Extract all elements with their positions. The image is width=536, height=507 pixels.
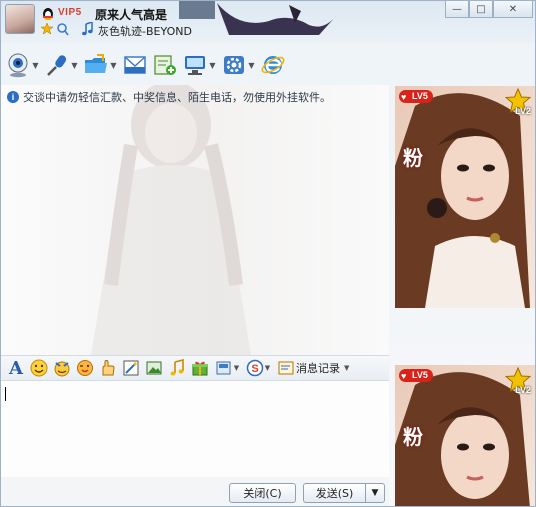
- chevron-down-icon: ▼: [264, 364, 271, 372]
- font-button[interactable]: A: [5, 357, 27, 379]
- font-icon: A: [9, 357, 23, 379]
- gear-icon: [224, 56, 244, 74]
- wink-button[interactable]: [74, 358, 96, 378]
- ie-icon: [261, 56, 285, 74]
- video-call-button[interactable]: ▼: [5, 49, 40, 81]
- webcam-icon: [8, 53, 28, 78]
- gift-button[interactable]: [189, 358, 211, 378]
- hand-icon: [102, 359, 115, 376]
- chevron-down-icon[interactable]: ▼: [109, 60, 118, 70]
- contact-nickname: 原来人气高是: [95, 8, 168, 22]
- emblem: 粉: [403, 146, 423, 170]
- music-icon: [170, 359, 184, 376]
- format-toolbar: A ▼ S ▼ 消息记录 ▼: [1, 355, 389, 381]
- svg-text:S: S: [251, 363, 258, 375]
- send-image-button[interactable]: [143, 358, 165, 378]
- window-controls: — □ ✕: [445, 1, 533, 19]
- message-history-button[interactable]: 消息记录 ▼: [278, 358, 349, 378]
- add-app-button[interactable]: [152, 49, 178, 81]
- chevron-down-icon: ▼: [233, 364, 240, 372]
- chevron-down-icon[interactable]: ▼: [70, 60, 79, 70]
- level-badge-text: LV5: [412, 370, 428, 380]
- emoticon-button[interactable]: [28, 358, 50, 378]
- soso-icon: S: [246, 359, 264, 377]
- close-window-button[interactable]: ✕: [493, 1, 533, 18]
- more-options-button[interactable]: ▼: [212, 358, 242, 378]
- text-caret: [5, 387, 6, 401]
- security-notice: i 交谈中请勿轻信汇款、中奖信息、陌生电话，勿使用外挂软件。: [7, 89, 331, 105]
- settings-button[interactable]: ▼: [221, 49, 256, 81]
- chat-background-image: [91, 85, 251, 355]
- remote-icon: [185, 56, 205, 75]
- send-mail-button[interactable]: [122, 49, 148, 81]
- star-level-text: LV2: [515, 385, 531, 395]
- magic-face-icon: [54, 361, 70, 377]
- message-input[interactable]: [1, 381, 389, 477]
- remote-assist-button[interactable]: ▼: [182, 49, 217, 81]
- contact-avatar[interactable]: [5, 4, 35, 34]
- star-level-text: LV2: [515, 106, 531, 116]
- vip-badge: VIP5: [58, 7, 82, 18]
- title-decoration-icon: [179, 1, 337, 35]
- contact-show-photo[interactable]: ♥ LV5 LV2 粉: [395, 86, 535, 308]
- history-icon: [278, 361, 294, 375]
- heart-icon: ♥: [401, 371, 407, 381]
- title-bar: VIP5 原来人气高是 灰色轨迹-BEYOND — □ ✕: [1, 1, 535, 43]
- message-history-label: 消息记录: [296, 362, 340, 375]
- penguin-icon: [43, 8, 53, 20]
- soso-button[interactable]: S ▼: [243, 358, 273, 378]
- level-badge-text: LV5: [412, 91, 428, 101]
- contact-signature: 灰色轨迹-BEYOND: [98, 25, 192, 38]
- my-show-photo[interactable]: ♥ LV5 LV2 粉: [395, 365, 535, 506]
- music-note-icon: [82, 22, 93, 36]
- heart-icon: ♥: [401, 92, 407, 102]
- close-button[interactable]: 关闭(C): [229, 483, 296, 503]
- chat-window: VIP5 原来人气高是 灰色轨迹-BEYOND — □ ✕ ▼ ▼ ▼ ▼ ▼ …: [0, 0, 536, 507]
- gift-icon: [192, 361, 208, 376]
- minimize-button[interactable]: —: [445, 1, 469, 18]
- screenshot-icon: [123, 360, 139, 376]
- music-button[interactable]: [166, 358, 188, 378]
- add-app-icon: [154, 55, 176, 75]
- wink-icon: [77, 360, 93, 376]
- magic-face-button[interactable]: [51, 358, 73, 378]
- chevron-down-icon: ▼: [344, 364, 350, 372]
- level-badge: ♥ LV5: [399, 90, 433, 103]
- star-level-badge: LV2: [504, 87, 532, 116]
- security-notice-text: 交谈中请勿轻信汇款、中奖信息、陌生电话，勿使用外挂软件。: [23, 91, 331, 104]
- more-icon: [216, 361, 231, 375]
- info-icon: i: [7, 91, 19, 103]
- level-badge: ♥ LV5: [399, 369, 433, 382]
- folder-icon: [85, 54, 107, 73]
- screenshot-button[interactable]: [120, 358, 142, 378]
- smiley-icon: [30, 359, 48, 377]
- chevron-down-icon[interactable]: ▼: [208, 60, 217, 70]
- browser-button[interactable]: [260, 49, 286, 81]
- voice-call-button[interactable]: ▼: [44, 49, 79, 81]
- microphone-icon: [47, 55, 67, 76]
- star-level-badge: LV2: [504, 366, 532, 395]
- contact-photo-image: [395, 86, 535, 308]
- mail-icon: [124, 56, 146, 74]
- send-options-button[interactable]: ▼: [365, 483, 385, 503]
- chat-history-area[interactable]: [1, 85, 389, 355]
- chevron-down-icon[interactable]: ▼: [31, 60, 40, 70]
- send-file-button[interactable]: ▼: [83, 49, 118, 81]
- main-toolbar: ▼ ▼ ▼ ▼ ▼: [5, 48, 290, 82]
- image-icon: [146, 361, 162, 375]
- shake-button[interactable]: [97, 358, 119, 378]
- maximize-button[interactable]: □: [469, 1, 493, 18]
- chevron-down-icon[interactable]: ▼: [247, 60, 256, 70]
- emblem: 粉: [403, 425, 423, 449]
- send-button[interactable]: 发送(S): [303, 483, 365, 503]
